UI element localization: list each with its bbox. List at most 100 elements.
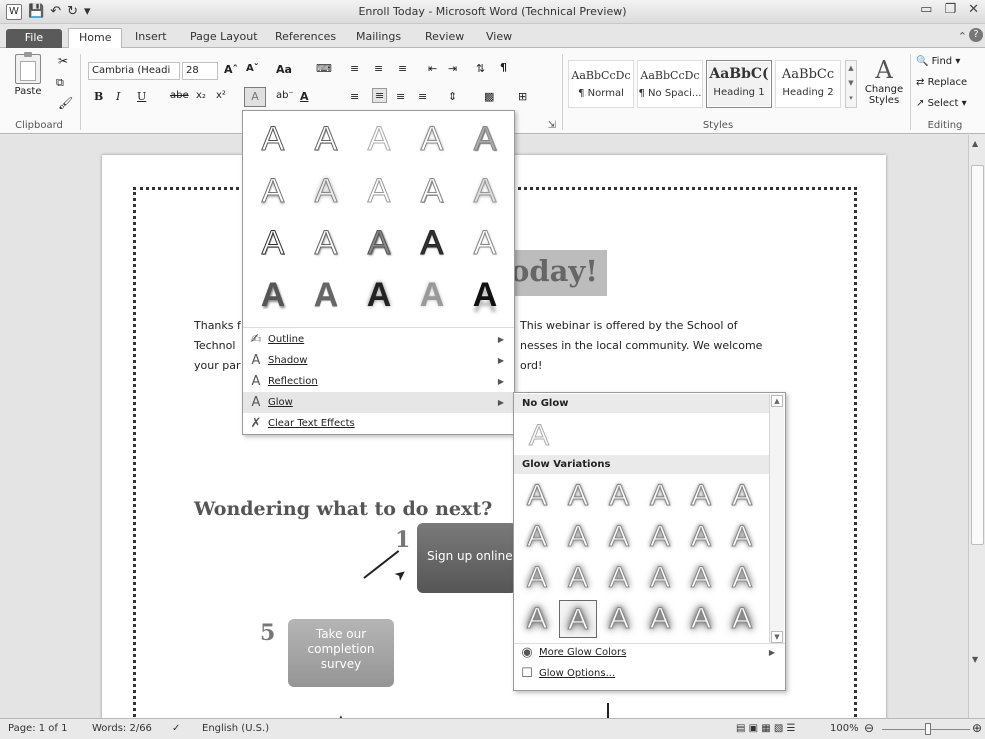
- align-center-icon[interactable]: ≡: [372, 88, 388, 103]
- text-effect-preset[interactable]: A: [461, 167, 509, 215]
- glow-variation-option[interactable]: A: [518, 600, 556, 638]
- glow-variation-option[interactable]: A: [559, 477, 597, 515]
- text-effect-preset[interactable]: A: [355, 271, 403, 319]
- tab-page-layout[interactable]: Page Layout: [180, 28, 268, 48]
- text-effect-preset[interactable]: A: [355, 219, 403, 267]
- borders-icon[interactable]: ⊞: [518, 90, 527, 103]
- glow-variation-option[interactable]: A: [641, 559, 679, 597]
- glow-variation-option[interactable]: A: [723, 477, 761, 515]
- glow-variation-option[interactable]: A: [682, 559, 720, 597]
- view-buttons[interactable]: ▤ ▣ ▦ ▧ ☰: [736, 723, 795, 734]
- text-effect-preset[interactable]: A: [249, 219, 297, 267]
- scroll-up-icon[interactable]: ▲: [771, 395, 783, 407]
- menu-item-outline[interactable]: ✍ Outline ▶: [243, 329, 514, 350]
- tab-references[interactable]: References: [265, 28, 346, 48]
- minimize-ribbon-icon[interactable]: ⌃: [958, 30, 967, 43]
- glow-variation-option[interactable]: A: [518, 477, 556, 515]
- shrink-font-icon[interactable]: Aˇ: [246, 63, 259, 74]
- zoom-in-icon[interactable]: ⊕: [972, 721, 982, 735]
- glow-variation-option[interactable]: A: [559, 518, 597, 556]
- zoom-level[interactable]: 100%: [830, 723, 859, 734]
- text-effect-preset[interactable]: A: [249, 271, 297, 319]
- text-effect-preset[interactable]: A: [355, 167, 403, 215]
- decrease-indent-icon[interactable]: ⇤: [428, 62, 437, 75]
- glow-variation-option[interactable]: A: [518, 559, 556, 597]
- no-glow-option[interactable]: A: [520, 417, 558, 455]
- tab-view[interactable]: View: [476, 28, 522, 48]
- scrollbar-thumb[interactable]: [971, 165, 984, 545]
- underline-icon[interactable]: U: [137, 90, 146, 103]
- menu-item-glow[interactable]: A Glow ▶: [243, 392, 514, 413]
- language[interactable]: English (U.S.): [202, 723, 269, 734]
- glow-variation-option[interactable]: A: [641, 600, 679, 638]
- glow-variation-option[interactable]: A: [723, 518, 761, 556]
- glow-variation-option[interactable]: A: [600, 559, 638, 597]
- glow-variation-option[interactable]: A: [600, 518, 638, 556]
- shading-icon[interactable]: ▩: [484, 90, 494, 103]
- text-effect-preset[interactable]: A: [249, 115, 297, 163]
- glow-variation-option[interactable]: A: [682, 600, 720, 638]
- glow-variation-option[interactable]: A: [682, 518, 720, 556]
- select-button[interactable]: ↗ Select ▾: [916, 98, 967, 109]
- superscript-icon[interactable]: x²: [216, 90, 226, 101]
- text-effect-preset[interactable]: A: [461, 271, 509, 319]
- glow-options[interactable]: ☐ Glow Options...: [514, 663, 785, 684]
- zoom-slider-thumb[interactable]: [925, 723, 931, 735]
- change-styles-button[interactable]: A Change Styles: [862, 56, 906, 106]
- tab-insert[interactable]: Insert: [125, 28, 177, 48]
- text-effect-preset[interactable]: A: [355, 115, 403, 163]
- glow-variation-option[interactable]: A: [641, 477, 679, 515]
- grow-font-icon[interactable]: Aˆ: [224, 63, 238, 76]
- help-icon[interactable]: ?: [969, 28, 983, 42]
- word-count[interactable]: Words: 2/66: [92, 723, 152, 734]
- sort-icon[interactable]: ⇅: [476, 62, 485, 75]
- style-no-spacing[interactable]: AaBbCcDc ¶ No Spaci...: [637, 60, 703, 108]
- text-effect-preset[interactable]: A: [461, 219, 509, 267]
- minimize-icon[interactable]: ▭: [920, 2, 932, 17]
- restore-icon[interactable]: ❐: [944, 2, 956, 17]
- strikethrough-icon[interactable]: abe: [170, 90, 189, 101]
- document-title[interactable]: oday!: [507, 250, 607, 296]
- paste-button[interactable]: Paste: [10, 52, 46, 102]
- glow-variation-option[interactable]: A: [723, 600, 761, 638]
- style-normal[interactable]: AaBbCcDc ¶ Normal: [568, 60, 634, 108]
- clear-formatting-icon[interactable]: ⌨: [316, 62, 332, 75]
- tab-review[interactable]: Review: [415, 28, 474, 48]
- font-color-icon[interactable]: A: [300, 90, 309, 103]
- cut-icon[interactable]: ✂: [58, 54, 68, 68]
- text-effect-preset[interactable]: A: [302, 271, 350, 319]
- font-name-box[interactable]: Cambria (Headi: [88, 62, 180, 80]
- page-count[interactable]: Page: 1 of 1: [8, 723, 67, 734]
- format-painter-icon[interactable]: 🖌: [58, 96, 73, 110]
- scroll-down-icon[interactable]: ▼: [972, 655, 978, 664]
- change-case-button[interactable]: Aa: [276, 63, 292, 76]
- show-marks-icon[interactable]: ¶: [500, 61, 507, 74]
- menu-item-shadow[interactable]: A Shadow ▶: [243, 350, 514, 371]
- tab-file[interactable]: File: [6, 29, 62, 48]
- styles-gallery-scroll[interactable]: ▲ ▼ ▾: [845, 60, 857, 108]
- copy-icon[interactable]: ⧉: [56, 76, 64, 90]
- menu-item-clear-text-effects[interactable]: ✗ Clear Text Effects: [243, 413, 514, 434]
- text-effects-button[interactable]: A: [244, 87, 266, 107]
- align-right-icon[interactable]: ≡: [396, 90, 405, 103]
- glow-variation-option[interactable]: A: [518, 518, 556, 556]
- bold-icon[interactable]: B: [94, 90, 103, 103]
- step-box[interactable]: Take our completion survey: [288, 619, 394, 687]
- text-effect-preset[interactable]: A: [408, 271, 456, 319]
- multilevel-list-icon[interactable]: ≡: [398, 62, 407, 75]
- find-button[interactable]: 🔍 Find ▾: [916, 56, 960, 67]
- glow-variation-option[interactable]: A: [600, 600, 638, 638]
- text-effect-preset[interactable]: A: [408, 219, 456, 267]
- justify-icon[interactable]: ≡: [418, 90, 427, 103]
- italic-icon[interactable]: I: [116, 90, 120, 103]
- paragraph-dialog-launcher-icon[interactable]: ⇲: [548, 120, 556, 131]
- text-effect-preset[interactable]: A: [408, 167, 456, 215]
- glow-variation-option[interactable]: A: [559, 600, 597, 638]
- proofing-icon[interactable]: ✓: [172, 723, 180, 734]
- zoom-out-icon[interactable]: ⊖: [864, 721, 874, 735]
- highlight-icon[interactable]: ab⁻: [276, 90, 294, 101]
- align-left-icon[interactable]: ≡: [350, 90, 359, 103]
- style-heading-1[interactable]: AaBbC( Heading 1: [706, 60, 772, 108]
- tab-home[interactable]: Home: [68, 28, 123, 49]
- text-effect-preset[interactable]: A: [302, 115, 350, 163]
